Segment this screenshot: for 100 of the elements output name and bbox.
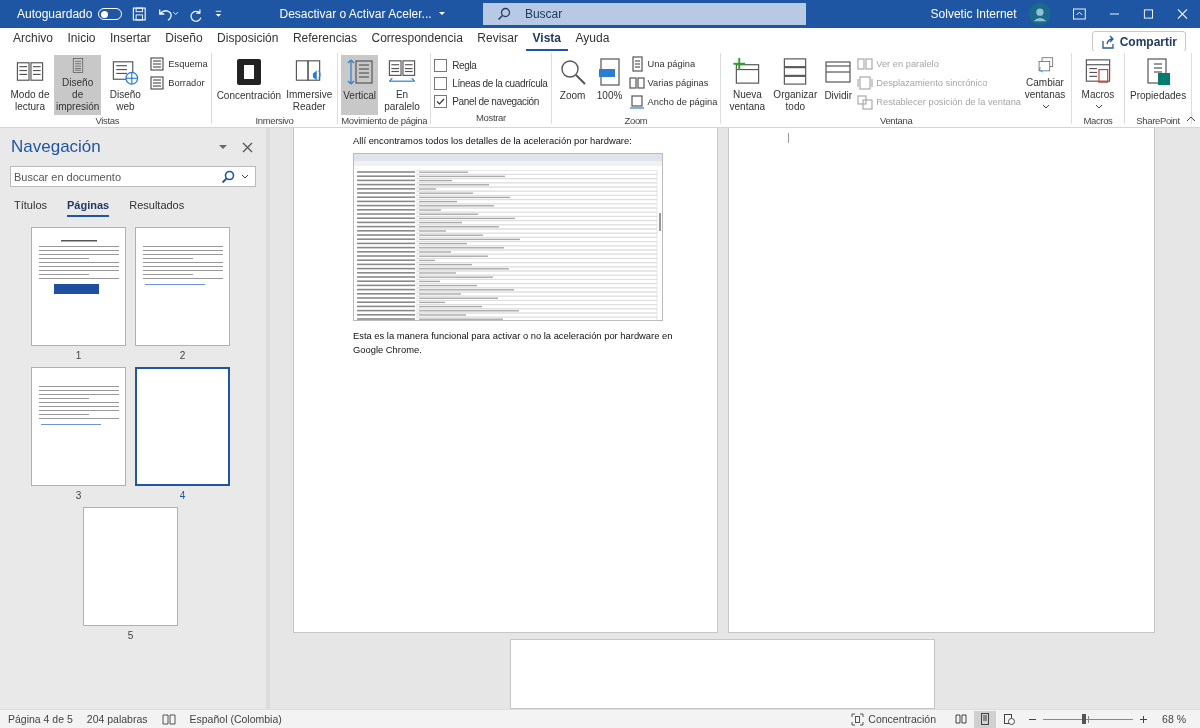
- pane-tab[interactable]: Títulos: [14, 199, 47, 217]
- search-field[interactable]: Buscar: [482, 3, 806, 25]
- proofing-book-icon[interactable]: [161, 713, 176, 725]
- page-icon: [979, 713, 992, 725]
- menu-tab[interactable]: Archivo: [6, 31, 60, 51]
- menu-tab[interactable]: Insertar: [103, 31, 158, 51]
- caret-icon[interactable]: [241, 173, 249, 180]
- menu-tab[interactable]: Diseño: [158, 31, 210, 51]
- menu-tab[interactable]: Revisar: [470, 31, 526, 51]
- page-count[interactable]: Página 4 de 5: [8, 713, 73, 725]
- group-label: Inmersivo: [254, 115, 295, 127]
- redo-icon[interactable]: [188, 6, 204, 22]
- page-thumbnail[interactable]: [83, 507, 178, 626]
- share-button[interactable]: Compartir: [1091, 31, 1186, 52]
- page-thumbnail[interactable]: [135, 227, 230, 346]
- open-book-icon: [955, 713, 968, 725]
- search-icon[interactable]: [221, 169, 235, 184]
- checkbox[interactable]: Panel de navegación: [434, 95, 548, 108]
- share-icon: [1100, 34, 1115, 49]
- avatar-icon[interactable]: [1028, 2, 1051, 26]
- page-thumbnail[interactable]: [135, 367, 230, 486]
- pane-title: Navegación: [10, 137, 102, 157]
- menu-tab[interactable]: Referencias: [285, 31, 364, 51]
- ribbon-button[interactable]: Diseño web: [102, 55, 149, 115]
- page-thumbnail[interactable]: [31, 227, 126, 346]
- zoom-in-icon[interactable]: [1139, 714, 1149, 724]
- autosave-label: Autoguardado: [17, 7, 93, 21]
- ribbon-button[interactable]: 100%: [591, 55, 628, 115]
- ribbon-button[interactable]: Propiedades: [1128, 55, 1189, 115]
- ribbon-button[interactable]: Cambiar ventanas: [1022, 55, 1068, 115]
- menu-tab[interactable]: Correspondencia: [364, 31, 470, 51]
- text-cursor: [788, 133, 789, 143]
- ribbon-button[interactable]: Una página: [628, 56, 718, 72]
- globe-page-icon: [1003, 713, 1016, 725]
- group-label: SharePoint: [1135, 115, 1181, 127]
- ribbon-button[interactable]: Borrador: [149, 75, 208, 91]
- pane-tab[interactable]: Resultados: [129, 199, 185, 217]
- undo-icon[interactable]: [156, 6, 179, 22]
- group-label: Vistas: [94, 115, 121, 127]
- sync-scroll-icon: [857, 75, 874, 91]
- ribbon-button[interactable]: Varias páginas: [628, 75, 718, 91]
- slider-thumb[interactable]: [1081, 714, 1086, 724]
- ribbon-button[interactable]: En paralelo: [379, 55, 426, 115]
- focus-button[interactable]: Concentración: [851, 712, 937, 726]
- paragraph: Allí encontramos todos los detalles de la aceleración por hardware:: [353, 134, 633, 148]
- document-title[interactable]: Desactivar o Activar Aceler...: [279, 7, 432, 21]
- ribbon-button[interactable]: Modo de lectura: [7, 55, 53, 115]
- view-button[interactable]: [974, 710, 997, 728]
- ribbon-button[interactable]: Diseño de impresión: [54, 55, 102, 115]
- checkbox-box[interactable]: [434, 95, 448, 108]
- menu-tab[interactable]: Ayuda: [568, 31, 617, 51]
- zoom-level[interactable]: 68 %: [1162, 713, 1186, 725]
- language[interactable]: Español (Colombia): [189, 713, 282, 725]
- checkbox-box[interactable]: [434, 59, 448, 72]
- save-icon[interactable]: [132, 6, 147, 22]
- page-number: 2: [179, 350, 186, 361]
- ribbon-button[interactable]: Immersive Reader: [284, 55, 335, 115]
- two-pages-icon: [857, 56, 874, 72]
- group-label: Zoom: [623, 115, 649, 127]
- search-field[interactable]: Buscar en documento: [10, 166, 256, 187]
- ribbon-display-icon[interactable]: [1073, 8, 1087, 20]
- menu-tab[interactable]: Disposición: [210, 31, 286, 51]
- page-thumbnail[interactable]: [31, 367, 126, 486]
- checkbox[interactable]: Líneas de la cuadrícula: [434, 77, 548, 90]
- ribbon-button[interactable]: Dividir: [820, 55, 857, 115]
- focus-icon: [851, 712, 865, 726]
- word-count[interactable]: 204 palabras: [86, 713, 148, 725]
- page-number: 4: [179, 490, 186, 501]
- page-number: 3: [75, 490, 82, 501]
- pane-options-icon[interactable]: [218, 143, 228, 151]
- maximize-icon[interactable]: [1143, 8, 1155, 20]
- two-pages-icon: [628, 75, 645, 91]
- ribbon-button[interactable]: Nueva ventana: [724, 55, 771, 115]
- page-number: 1: [75, 350, 82, 361]
- reset-windows-icon: [857, 94, 874, 110]
- close-icon[interactable]: [242, 141, 253, 153]
- page-number: 5: [127, 630, 134, 641]
- ribbon-button[interactable]: Concentración: [214, 55, 284, 115]
- ribbon-button[interactable]: Organizar todo: [771, 55, 820, 115]
- ribbon-button[interactable]: Ancho de página: [628, 94, 718, 110]
- group-label: Mostrar: [475, 112, 507, 124]
- checkbox[interactable]: Regla: [434, 59, 548, 72]
- checkbox-box[interactable]: [434, 77, 448, 90]
- ribbon-button[interactable]: Macros: [1075, 55, 1121, 115]
- zoom-slider[interactable]: [1043, 714, 1134, 724]
- paragraph: Esta es la manera funcional para activar o no la aceleración por hardware en Google Chrome.: [353, 329, 674, 357]
- group-label: Macros: [1082, 115, 1114, 127]
- ribbon-button[interactable]: Esquema: [149, 56, 208, 72]
- group-label: Ventana: [878, 115, 914, 127]
- caret-icon[interactable]: [437, 11, 446, 17]
- menu-tab[interactable]: Inicio: [60, 31, 103, 51]
- list-icon: [149, 56, 166, 72]
- user-name[interactable]: Solvetic Internet: [930, 7, 1017, 21]
- group-label: Movimiento de página: [341, 115, 428, 127]
- ribbon-button[interactable]: Vertical: [341, 55, 379, 115]
- list-icon: [149, 75, 166, 91]
- pane-tab[interactable]: Páginas: [67, 199, 110, 217]
- collapse-ribbon-icon[interactable]: [1186, 115, 1196, 123]
- ribbon-button[interactable]: Zoom: [554, 55, 591, 115]
- search-icon: [496, 7, 511, 21]
